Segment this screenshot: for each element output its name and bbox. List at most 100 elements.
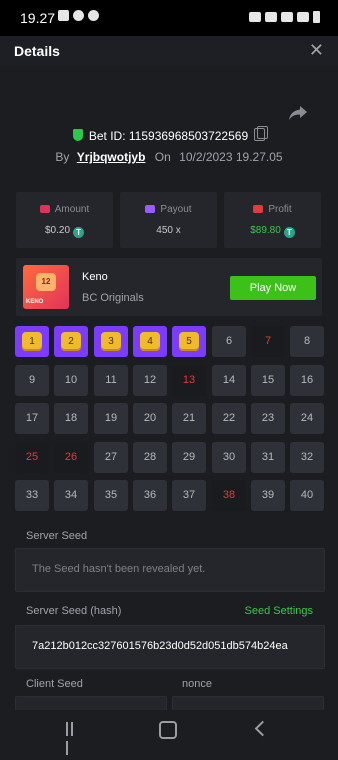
keno-cell-17[interactable]: 17 — [15, 403, 49, 434]
keno-cell-14[interactable]: 14 — [212, 365, 246, 396]
profit-label: Profit — [268, 204, 292, 215]
game-name: Keno — [82, 271, 108, 283]
amount-value: $0.20 — [44, 225, 71, 236]
close-icon[interactable]: ✕ — [309, 41, 324, 59]
profit-value: $89.80 — [250, 225, 281, 236]
keno-cell-27[interactable]: 27 — [94, 442, 128, 473]
keno-cell-15[interactable]: 15 — [251, 365, 285, 396]
coin-icon: T — [73, 227, 85, 238]
keno-cell-26[interactable]: 26 — [54, 442, 88, 473]
page-title: Details — [14, 43, 60, 59]
keno-cell-25[interactable]: 25 — [15, 442, 49, 473]
shield-icon — [72, 129, 83, 141]
client-seed-label: Client Seed — [26, 678, 83, 690]
status-bar: 19.27 — [0, 0, 338, 36]
amount-icon — [39, 205, 50, 213]
server-seed-hash-label: Server Seed (hash) — [26, 605, 122, 617]
keno-cell-10[interactable]: 10 — [54, 365, 88, 396]
on-label: On — [154, 150, 171, 164]
keno-cell-16[interactable]: 16 — [290, 365, 324, 396]
keno-cell-30[interactable]: 30 — [212, 442, 246, 473]
server-seed-box: The Seed hasn't been revealed yet. — [15, 548, 325, 592]
notification-icons — [58, 10, 99, 21]
keno-cell-9[interactable]: 9 — [15, 365, 49, 396]
bet-id-value: 115936968503722569 — [128, 129, 249, 143]
username-link[interactable]: Yrjbqwotjyb — [77, 150, 146, 164]
game-provider: BC Originals — [82, 292, 144, 304]
keno-cell-39[interactable]: 39 — [251, 480, 285, 511]
keno-cell-13[interactable]: 13 — [172, 365, 206, 396]
keno-cell-19[interactable]: 19 — [94, 403, 128, 434]
server-seed-hash-box[interactable]: 7a212b012cc327601576b23d0d52d051db574b24… — [15, 625, 325, 669]
payout-card: Payout 450 x — [120, 192, 217, 248]
gallery-notification-icon — [58, 10, 69, 21]
keno-cell-28[interactable]: 28 — [133, 442, 167, 473]
profit-icon — [253, 205, 264, 213]
back-icon[interactable] — [254, 720, 271, 737]
keno-cell-7[interactable]: 7 — [251, 326, 285, 357]
keno-cell-36[interactable]: 36 — [133, 480, 167, 511]
keno-ball-icon: 12 — [36, 273, 56, 291]
keno-cell-40[interactable]: 40 — [290, 480, 324, 511]
keno-cell-31[interactable]: 31 — [251, 442, 285, 473]
keno-ball-icon: 3 — [101, 332, 121, 351]
keno-cell-20[interactable]: 20 — [133, 403, 167, 434]
keno-cell-21[interactable]: 21 — [172, 403, 206, 434]
keno-cell-37[interactable]: 37 — [172, 480, 206, 511]
app2-notification-icon — [88, 10, 99, 21]
server-seed-label: Server Seed — [26, 530, 88, 542]
keno-cell-29[interactable]: 29 — [172, 442, 206, 473]
server-seed-hash-value: 7a212b012cc327601576b23d0d52d051db574b24… — [32, 640, 288, 652]
system-nav-bar — [0, 710, 338, 755]
seed-settings-link[interactable]: Seed Settings — [245, 605, 314, 617]
app-notification-icon — [73, 10, 84, 21]
keno-cell-22[interactable]: 22 — [212, 403, 246, 434]
keno-ball-icon: 5 — [179, 332, 199, 351]
nonce-label: nonce — [182, 678, 212, 690]
keno-cell-12[interactable]: 12 — [133, 365, 167, 396]
keno-cell-6[interactable]: 6 — [212, 326, 246, 357]
keno-ball-icon: 1 — [22, 332, 42, 351]
mute-icon — [265, 12, 277, 22]
by-label: By — [55, 150, 70, 164]
system-icons — [249, 11, 320, 23]
details-header: Details ✕ — [0, 36, 338, 66]
share-icon[interactable] — [288, 105, 308, 121]
play-now-button[interactable]: Play Now — [230, 276, 316, 300]
wifi-icon — [281, 12, 293, 22]
recent-apps-icon[interactable] — [66, 722, 80, 755]
keno-cell-1[interactable]: 1 — [15, 326, 49, 357]
status-time: 19.27 — [20, 10, 56, 26]
payout-icon — [145, 205, 156, 213]
keno-cell-11[interactable]: 11 — [94, 365, 128, 396]
keno-cell-2[interactable]: 2 — [54, 326, 88, 357]
profit-card: Profit $89.80 T — [224, 192, 321, 248]
keno-cell-5[interactable]: 5 — [172, 326, 206, 357]
game-card: 12 KENO Keno BC Originals Play Now — [16, 258, 322, 316]
bet-id-row: Bet ID: 115936968503722569 — [0, 126, 338, 143]
keno-ball-icon: 2 — [61, 332, 81, 351]
keno-thumbnail[interactable]: 12 KENO — [23, 265, 69, 309]
keno-cell-3[interactable]: 3 — [94, 326, 128, 357]
server-seed-value: The Seed hasn't been revealed yet. — [32, 563, 206, 575]
amount-label: Amount — [54, 204, 90, 215]
bet-datetime: 10/2/2023 19.27.05 — [179, 150, 283, 164]
keno-cell-8[interactable]: 8 — [290, 326, 324, 357]
keno-cell-38[interactable]: 38 — [212, 480, 246, 511]
keno-cell-23[interactable]: 23 — [251, 403, 285, 434]
bet-id-label: Bet ID: — [88, 129, 126, 143]
keno-cell-4[interactable]: 4 — [133, 326, 167, 357]
keno-cell-34[interactable]: 34 — [54, 480, 88, 511]
keno-cell-24[interactable]: 24 — [290, 403, 324, 434]
signal-icon — [297, 12, 309, 22]
keno-ball-icon: 4 — [140, 332, 160, 351]
battery-icon — [313, 11, 320, 23]
keno-thumb-label: KENO — [26, 299, 44, 305]
amount-card: Amount $0.20 T — [16, 192, 113, 248]
keno-cell-35[interactable]: 35 — [94, 480, 128, 511]
home-icon[interactable] — [159, 721, 177, 739]
keno-cell-32[interactable]: 32 — [290, 442, 324, 473]
copy-icon[interactable] — [254, 126, 269, 141]
keno-cell-33[interactable]: 33 — [15, 480, 49, 511]
keno-cell-18[interactable]: 18 — [54, 403, 88, 434]
